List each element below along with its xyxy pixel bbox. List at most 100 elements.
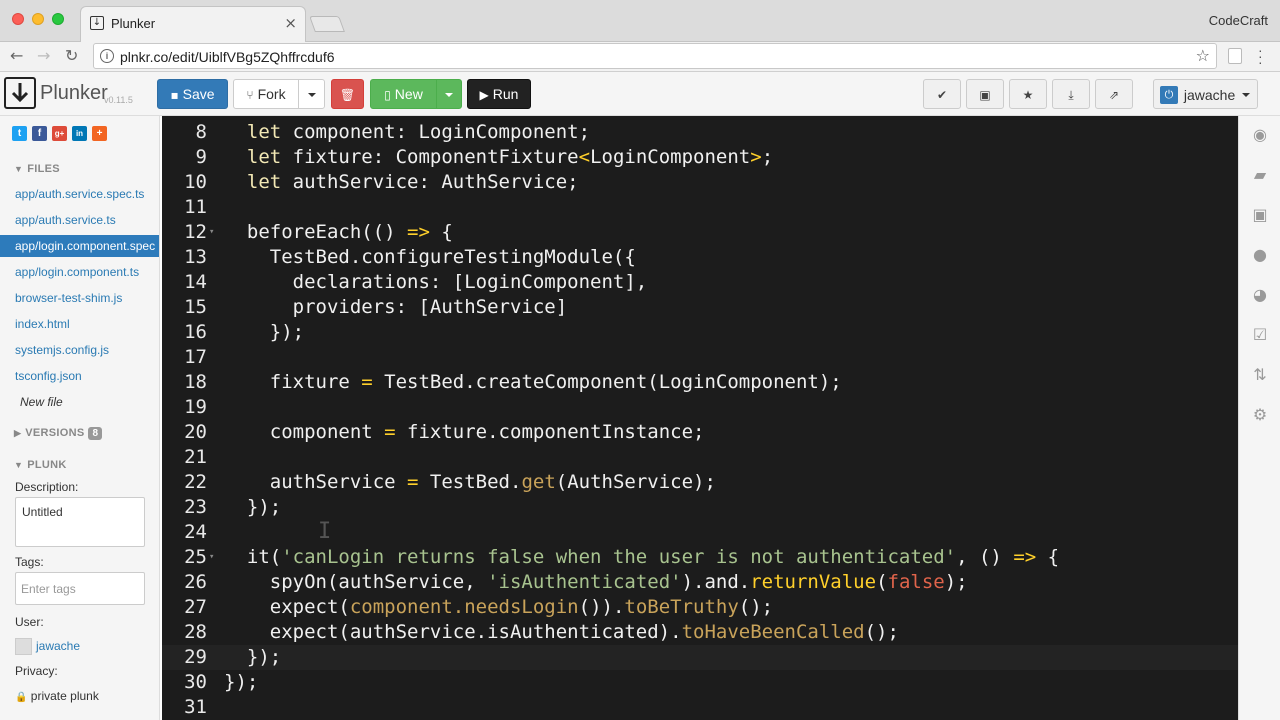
toolbox-button[interactable]: ▣	[966, 79, 1004, 109]
code-text[interactable]: component = fixture.componentInstance;	[224, 420, 705, 445]
window-close-button[interactable]	[12, 13, 24, 25]
file-item[interactable]: app/login.component.ts	[0, 261, 159, 283]
code-line[interactable]: 12 ▾ beforeEach(() => {	[162, 220, 1238, 245]
google-plus-icon[interactable]: g+	[52, 126, 67, 141]
code-line[interactable]: 18 fixture = TestBed.createComponent(Log…	[162, 370, 1238, 395]
extension-icon[interactable]	[1228, 48, 1242, 64]
file-item[interactable]: browser-test-shim.js	[0, 287, 159, 309]
code-line[interactable]: 17	[162, 345, 1238, 370]
fold-arrow-icon[interactable]: ▾	[209, 545, 214, 570]
external-link-button[interactable]: ⇗	[1095, 79, 1133, 109]
code-text[interactable]: beforeEach(() => {	[224, 220, 453, 245]
file-item[interactable]: app/auth.service.ts	[0, 209, 159, 231]
code-text[interactable]: authService = TestBed.get(AuthService);	[224, 470, 716, 495]
retweet-icon[interactable]: ⇅	[1251, 366, 1269, 384]
versions-section-header[interactable]: ▶ VERSIONS 8	[14, 427, 103, 440]
code-text[interactable]: let authService: AuthService;	[224, 170, 579, 195]
code-editor[interactable]: I 8 let component: LoginComponent; 9 let …	[162, 116, 1238, 720]
code-line[interactable]: 13 TestBed.configureTestingModule({	[162, 245, 1238, 270]
file-item-active[interactable]: app/login.component.spec	[0, 235, 159, 257]
code-line[interactable]: 10 let authService: AuthService;	[162, 170, 1238, 195]
code-line[interactable]: 14 declarations: [LoginComponent],	[162, 270, 1238, 295]
code-line[interactable]: 16 });	[162, 320, 1238, 345]
plunk-section-header[interactable]: ▼ PLUNK	[14, 459, 67, 471]
book-icon[interactable]: ▰	[1251, 166, 1269, 184]
code-line[interactable]: 24	[162, 520, 1238, 545]
browser-profile-name[interactable]: CodeCraft	[1209, 13, 1268, 28]
code-line[interactable]: 25 ▾ it('canLogin returns false when the …	[162, 545, 1238, 570]
comments-icon[interactable]: ●	[1251, 246, 1269, 264]
code-text[interactable]: });	[224, 495, 281, 520]
user-menu-button[interactable]: ⏻ jawache	[1153, 79, 1258, 109]
code-text[interactable]: TestBed.configureTestingModule({	[224, 245, 636, 270]
new-dropdown-button[interactable]	[436, 79, 462, 109]
file-item[interactable]: systemjs.config.js	[0, 339, 159, 361]
tab-close-icon[interactable]: ×	[284, 14, 297, 32]
code-text[interactable]: let fixture: ComponentFixture<LoginCompo…	[224, 145, 773, 170]
user-link[interactable]: jawache	[36, 639, 80, 653]
star-button[interactable]: ★	[1009, 79, 1047, 109]
briefcase-icon[interactable]: ▣	[1251, 206, 1269, 224]
description-field[interactable]: Untitled	[15, 497, 145, 547]
forward-arrow-icon[interactable]: →	[37, 46, 50, 65]
code-text[interactable]: spyOn(authService, 'isAuthenticated').an…	[224, 570, 968, 595]
share-plus-icon[interactable]: +	[92, 126, 107, 141]
code-line[interactable]: 15 providers: [AuthService]	[162, 295, 1238, 320]
back-arrow-icon[interactable]: ←	[10, 46, 23, 65]
code-line[interactable]: 27 expect(component.needsLogin()).toBeTr…	[162, 595, 1238, 620]
code-text[interactable]: fixture = TestBed.createComponent(LoginC…	[224, 370, 842, 395]
fork-button[interactable]: ⑂ Fork	[233, 79, 299, 109]
eye-icon[interactable]: ◉	[1251, 126, 1269, 144]
code-text[interactable]: expect(authService.isAuthenticated).toHa…	[224, 620, 899, 645]
dashboard-icon[interactable]: ◕	[1251, 286, 1269, 304]
run-button[interactable]: ▶ Run	[467, 79, 531, 109]
browser-tab[interactable]: ↓ Plunker ×	[80, 6, 306, 42]
code-line[interactable]: 9 let fixture: ComponentFixture<LoginCom…	[162, 145, 1238, 170]
check-button[interactable]: ✔	[923, 79, 961, 109]
delete-button[interactable]: 🗑	[331, 79, 364, 109]
tags-input[interactable]: Enter tags	[15, 572, 145, 605]
download-button[interactable]: ⤓	[1052, 79, 1090, 109]
window-minimize-button[interactable]	[32, 13, 44, 25]
file-item[interactable]: tsconfig.json	[0, 365, 159, 387]
browser-menu-icon[interactable]: · · ·	[1258, 43, 1263, 69]
code-text[interactable]: });	[224, 320, 304, 345]
code-text[interactable]: providers: [AuthService]	[224, 295, 568, 320]
code-text[interactable]: });	[224, 645, 281, 670]
code-text[interactable]: declarations: [LoginComponent],	[224, 270, 648, 295]
code-line[interactable]: 29 });	[162, 645, 1238, 670]
code-line[interactable]: 30});	[162, 670, 1238, 695]
code-line[interactable]: 20 component = fixture.componentInstance…	[162, 420, 1238, 445]
gear-icon[interactable]: ⚙	[1251, 406, 1269, 424]
linkedin-icon[interactable]: in	[72, 126, 87, 141]
file-item[interactable]: app/auth.service.spec.ts	[0, 183, 159, 205]
url-text[interactable]: plnkr.co/edit/UiblfVBg5ZQhffrcduf6	[120, 49, 335, 65]
code-line[interactable]: 22 authService = TestBed.get(AuthService…	[162, 470, 1238, 495]
bookmark-star-icon[interactable]: ☆	[1196, 46, 1210, 65]
new-file-link[interactable]: New file	[20, 395, 63, 409]
file-item[interactable]: index.html	[0, 313, 159, 335]
code-text[interactable]: let component: LoginComponent;	[224, 120, 590, 145]
code-line[interactable]: 21	[162, 445, 1238, 470]
twitter-icon[interactable]: t	[12, 126, 27, 141]
facebook-icon[interactable]: f	[32, 126, 47, 141]
logo-text[interactable]: Plunker	[40, 82, 108, 105]
code-line[interactable]: 26 spyOn(authService, 'isAuthenticated')…	[162, 570, 1238, 595]
reload-icon[interactable]: ↻	[65, 46, 78, 65]
check-square-icon[interactable]: ☑	[1251, 326, 1269, 344]
new-tab-button[interactable]	[309, 16, 345, 32]
code-line[interactable]: 23 });	[162, 495, 1238, 520]
code-line[interactable]: 8 let component: LoginComponent;	[162, 120, 1238, 145]
code-text[interactable]: });	[224, 670, 258, 695]
code-line[interactable]: 31	[162, 695, 1238, 720]
plunker-logo-icon[interactable]	[4, 77, 36, 109]
fold-arrow-icon[interactable]: ▾	[209, 220, 214, 245]
new-button[interactable]: ▯ New	[370, 79, 437, 109]
window-maximize-button[interactable]	[52, 13, 64, 25]
files-section-header[interactable]: ▼ FILES	[14, 163, 60, 175]
code-line[interactable]: 11	[162, 195, 1238, 220]
code-text[interactable]: it('canLogin returns false when the user…	[224, 545, 1059, 570]
code-line[interactable]: 28 expect(authService.isAuthenticated).t…	[162, 620, 1238, 645]
info-icon[interactable]: i	[100, 49, 114, 63]
save-button[interactable]: ▪ Save	[157, 79, 228, 109]
